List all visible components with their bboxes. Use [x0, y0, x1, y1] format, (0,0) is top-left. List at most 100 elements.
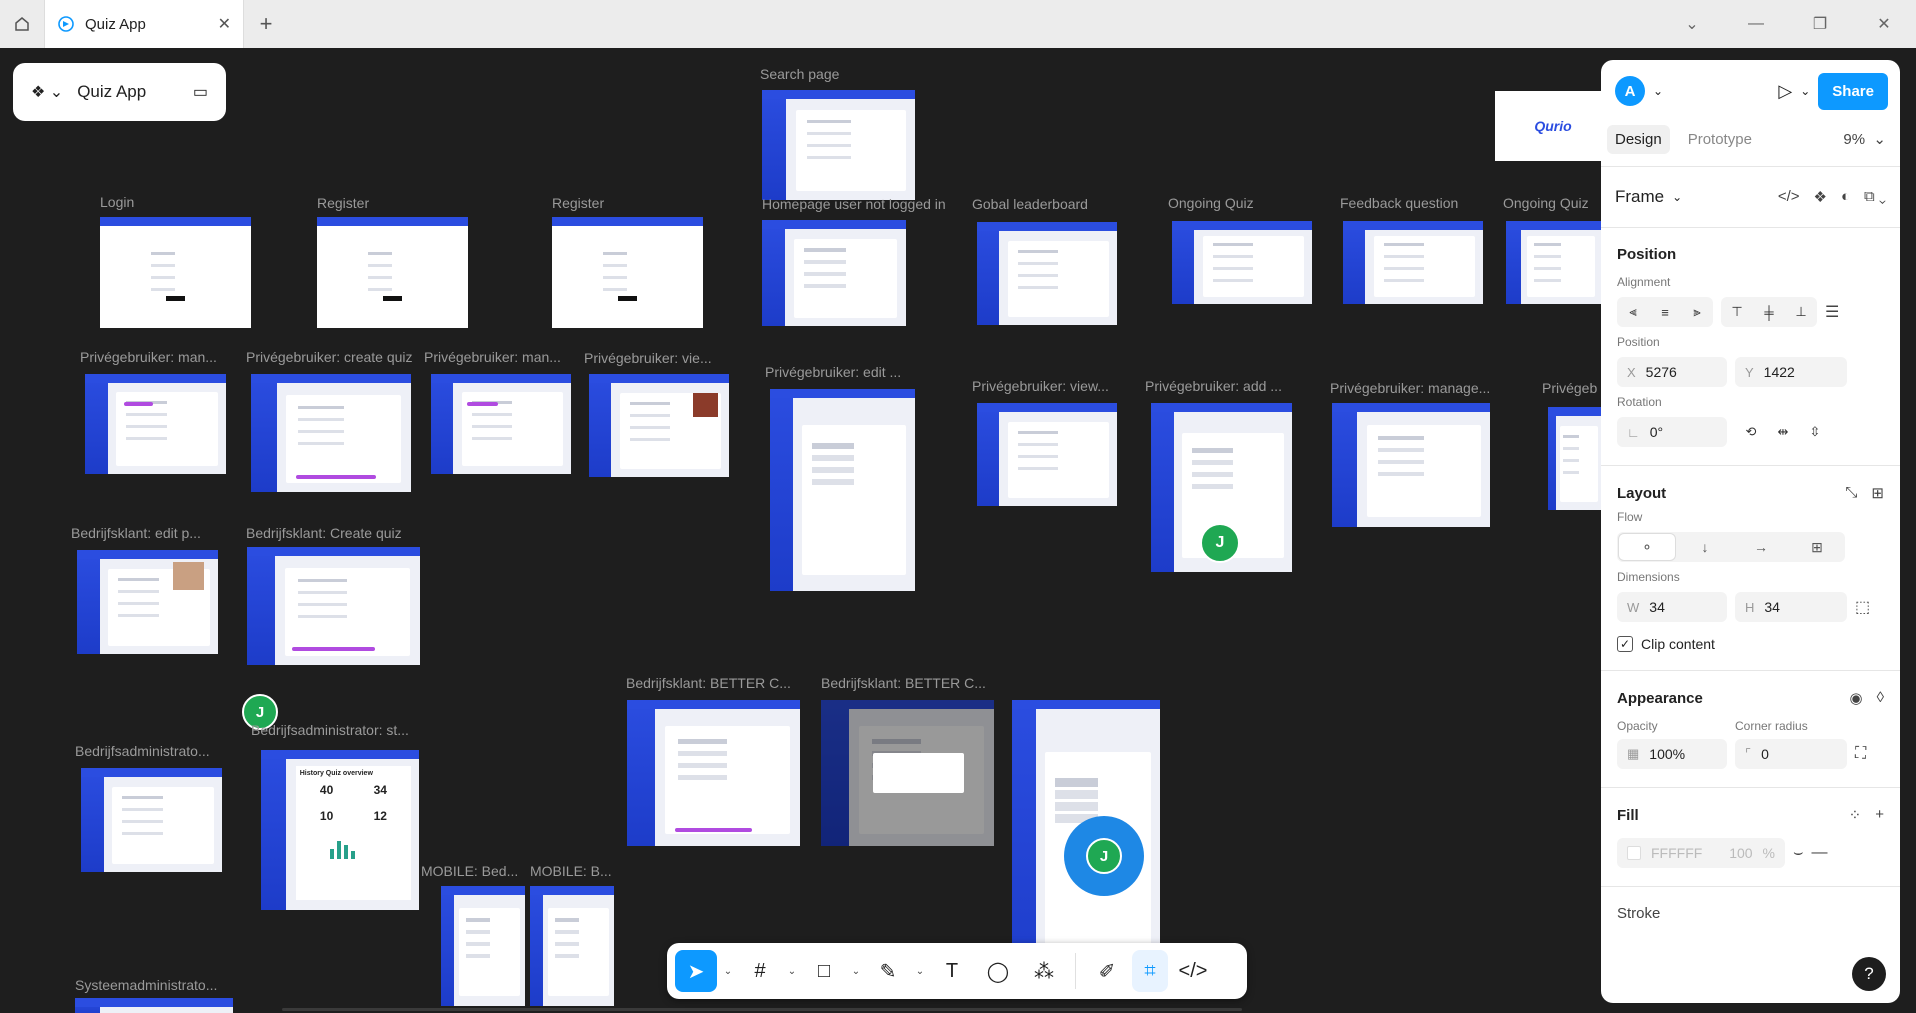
frame-pg-view[interactable] [589, 374, 729, 477]
frame-bk-better-create-1[interactable] [627, 700, 800, 846]
styles-grid-icon[interactable]: ⁘ [1849, 806, 1862, 824]
flip-horizontal-icon[interactable]: ⇹ [1767, 424, 1799, 440]
move-tool-icon[interactable]: ➤ [675, 950, 717, 992]
shrink-icon[interactable]: ⤡ [1845, 484, 1857, 502]
layer-type-chevron-icon[interactable]: ⌄ [1672, 190, 1682, 204]
frame-pg-edit[interactable] [770, 389, 915, 591]
zoom-level[interactable]: 9% ⌄ [1843, 130, 1886, 148]
home-button[interactable] [0, 0, 44, 48]
align-bottom-icon[interactable]: ⊥ [1785, 304, 1817, 320]
tab-design[interactable]: Design [1607, 124, 1670, 154]
frame-ongoing-quiz-1[interactable] [1172, 221, 1312, 304]
clip-content-checkbox[interactable]: ✓ [1617, 636, 1633, 652]
frame-pg-view-2[interactable] [977, 403, 1117, 506]
add-fill-icon[interactable]: + [1875, 806, 1884, 824]
boolean-icon[interactable]: ⧉ ⌄ [1864, 188, 1886, 206]
shape-tool-chevron-icon[interactable]: ⌄ [849, 950, 863, 992]
frame-register-1[interactable] [317, 217, 468, 328]
flow-freeform-icon[interactable]: ⚬ [1619, 534, 1675, 560]
frame-pg-manage-categories[interactable] [85, 374, 226, 474]
auto-layout-icon[interactable]: ⊞ [1871, 484, 1884, 502]
rotation-field[interactable]: ∟ 0° [1617, 417, 1727, 447]
frame-pg-manage[interactable] [1332, 403, 1490, 527]
rectangle-tool-icon[interactable]: □ [803, 950, 845, 992]
align-left-icon[interactable]: ⫷ [1617, 304, 1649, 320]
tab-prototype[interactable]: Prototype [1688, 131, 1752, 148]
pen-tool-chevron-icon[interactable]: ⌄ [913, 950, 927, 992]
blend-drop-icon[interactable]: ◊ [1877, 689, 1884, 707]
frame-pg-create-quiz[interactable] [251, 374, 411, 492]
dev-mode-icon[interactable]: </> [1172, 950, 1214, 992]
share-button[interactable]: Share [1818, 72, 1888, 110]
frame-tool-icon[interactable]: # [739, 950, 781, 992]
file-menu[interactable]: ❖ ⌄ Quiz App ▭ [13, 63, 226, 121]
text-tool-icon[interactable]: T [931, 950, 973, 992]
frame-login[interactable] [100, 217, 251, 328]
frame-ongoing-quiz-2[interactable] [1506, 221, 1601, 304]
frame-bk-edit-profile[interactable] [77, 550, 218, 654]
rotate-icon[interactable]: ⟲ [1735, 424, 1767, 440]
frame-pg-partial[interactable] [1548, 407, 1601, 510]
present-play-icon[interactable]: ▷ [1778, 81, 1792, 102]
opacity-field[interactable]: ▦ 100% [1617, 739, 1727, 769]
y-field[interactable]: Y 1422 [1735, 357, 1847, 387]
user-avatar[interactable]: A [1615, 76, 1645, 106]
figma-logo-icon[interactable]: ❖ ⌄ [31, 82, 63, 102]
close-tab-icon[interactable]: ✕ [218, 14, 231, 34]
frame-sys-admin[interactable] [75, 998, 233, 1013]
component-icon[interactable]: ❖ [1814, 188, 1827, 206]
collaborator-avatar-j-2[interactable]: J [1200, 523, 1240, 563]
frame-feedback-question[interactable] [1343, 221, 1483, 304]
resize-icon[interactable]: ⬚ [1855, 597, 1870, 617]
frame-pg-manage-quizzes[interactable] [431, 374, 571, 474]
frame-mobile-2[interactable] [530, 886, 614, 1006]
align-middle-icon[interactable]: ╪ [1753, 305, 1785, 320]
visibility-eye-icon[interactable]: ◉ [1849, 689, 1862, 707]
pen-tool-icon[interactable]: ✎ [867, 950, 909, 992]
flow-horizontal-icon[interactable]: → [1733, 539, 1789, 555]
move-tool-chevron-icon[interactable]: ⌄ [721, 950, 735, 992]
remove-fill-icon[interactable]: — [1812, 844, 1828, 862]
frame-ba-stats[interactable]: History Quiz overview 40 34 10 12 [261, 750, 419, 910]
layer-type-title[interactable]: Frame [1615, 187, 1664, 207]
align-right-icon[interactable]: ⫸ [1681, 304, 1713, 320]
width-field[interactable]: W 34 [1617, 592, 1727, 622]
corner-radius-field[interactable]: ⌜ 0 [1735, 739, 1847, 769]
distribute-icon[interactable]: ☰ [1825, 302, 1839, 322]
frame-gobal-leaderboard[interactable] [977, 222, 1117, 325]
chevron-down-icon[interactable]: ⌄ [1660, 0, 1724, 48]
user-menu-chevron-icon[interactable]: ⌄ [1653, 84, 1663, 98]
frame-ba-overview[interactable] [81, 768, 222, 872]
frame-tool-chevron-icon[interactable]: ⌄ [785, 950, 799, 992]
minimize-button[interactable]: — [1724, 0, 1788, 48]
draw-mode-icon[interactable]: ✐ [1086, 950, 1128, 992]
file-tab[interactable]: Quiz App ✕ [44, 0, 244, 48]
actions-tool-icon[interactable]: ⁂ [1023, 950, 1065, 992]
present-chevron-icon[interactable]: ⌄ [1800, 84, 1810, 98]
restore-button[interactable]: ❐ [1788, 0, 1852, 48]
fill-field[interactable]: FFFFFF 100 % [1617, 838, 1785, 868]
new-tab-button[interactable]: + [244, 0, 288, 48]
flow-grid-icon[interactable]: ⊞ [1789, 539, 1845, 556]
align-center-h-icon[interactable]: ≡ [1649, 305, 1681, 320]
frame-search-page[interactable] [762, 90, 915, 200]
align-top-icon[interactable]: ⊤ [1721, 304, 1753, 320]
frame-register-2[interactable] [552, 217, 703, 328]
help-button[interactable]: ? [1852, 957, 1886, 991]
hidden-eye-icon[interactable]: ⌣ [1793, 844, 1804, 862]
height-field[interactable]: H 34 [1735, 592, 1847, 622]
fill-swatch[interactable] [1627, 846, 1641, 860]
sidebar-toggle-icon[interactable]: ▭ [193, 82, 208, 102]
flow-vertical-icon[interactable]: ↓ [1677, 539, 1733, 555]
x-field[interactable]: X 5276 [1617, 357, 1727, 387]
code-icon[interactable]: </> [1778, 188, 1800, 206]
comment-tool-icon[interactable]: ◯ [977, 950, 1019, 992]
flip-vertical-icon[interactable]: ⇳ [1799, 424, 1831, 440]
frame-bk-create-quiz[interactable] [247, 547, 420, 665]
independent-corners-icon[interactable]: ⛶ [1855, 745, 1866, 763]
qurio-logo[interactable]: Qurio [1495, 91, 1611, 161]
collaborator-avatar-j-large[interactable]: J [1086, 838, 1122, 874]
design-mode-icon[interactable]: ⌗ [1132, 950, 1168, 992]
frame-mobile-1[interactable] [441, 886, 525, 1006]
mask-icon[interactable]: ◐ [1841, 188, 1850, 206]
